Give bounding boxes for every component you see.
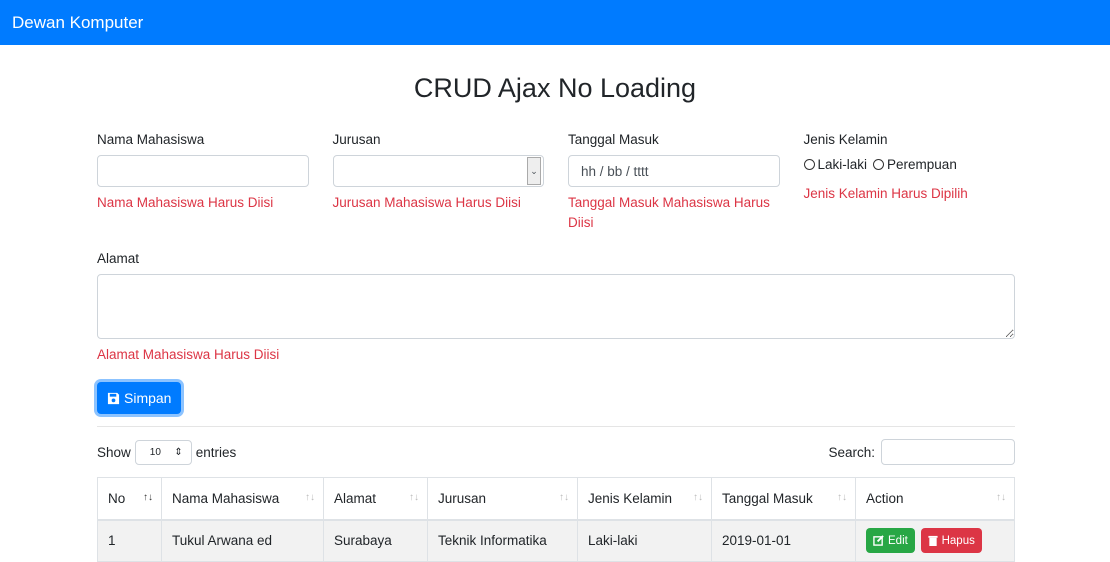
radio-perempuan[interactable] <box>873 159 885 170</box>
sort-icon: ↑↓ <box>837 492 847 503</box>
search-label: Search: <box>828 444 875 460</box>
radio-laki-label[interactable]: Laki-laki <box>818 157 868 172</box>
save-label: Simpan <box>124 390 172 406</box>
show-label: Show <box>97 444 131 460</box>
search-input[interactable] <box>881 439 1015 465</box>
cell-jk: Laki-laki <box>577 519 712 562</box>
cell-tanggal: 2019-01-01 <box>711 519 856 562</box>
edit-button[interactable]: Edit <box>866 528 915 554</box>
jk-label: Jenis Kelamin <box>803 132 888 147</box>
col-no[interactable]: No ↑↓ <box>97 477 162 521</box>
nama-error: Nama Mahasiswa Harus Diisi <box>97 195 274 210</box>
cell-jurusan: Teknik Informatika <box>427 519 578 562</box>
cell-nama: Tukul Arwana ed <box>161 519 324 562</box>
col-tanggal[interactable]: Tanggal Masuk ↑↓ <box>711 477 856 521</box>
entries-value: 10 <box>149 446 161 458</box>
col-jurusan[interactable]: Jurusan ↑↓ <box>427 477 578 521</box>
entries-select[interactable]: 10 ⇕ <box>134 439 192 465</box>
sort-icon: ↑↓ <box>305 492 315 503</box>
table-row: 1 Tukul Arwana ed Surabaya Teknik Inform… <box>97 519 1015 562</box>
save-icon <box>107 392 120 404</box>
edit-icon <box>873 535 884 547</box>
alamat-label: Alamat <box>97 251 140 266</box>
col-nama[interactable]: Nama Mahasiswa ↑↓ <box>161 477 324 521</box>
col-action[interactable]: Action ↑↓ <box>855 477 1015 521</box>
sort-icon: ↑↓ <box>996 492 1006 503</box>
jurusan-label: Jurusan <box>332 132 381 147</box>
alamat-textarea[interactable] <box>97 274 1015 339</box>
tanggal-input[interactable]: hh / bb / tttt <box>568 155 780 187</box>
trash-icon <box>928 536 938 547</box>
save-button[interactable]: Simpan <box>97 382 182 414</box>
page-title: CRUD Ajax No Loading <box>413 73 697 103</box>
radio-laki[interactable] <box>803 159 815 170</box>
jurusan-select[interactable]: ⌄ <box>332 155 544 187</box>
col-jk[interactable]: Jenis Kelamin ↑↓ <box>577 477 712 521</box>
tanggal-error: Tanggal Masuk Mahasiswa Harus Diisi <box>568 195 770 230</box>
divider <box>97 426 1015 427</box>
nama-input[interactable] <box>97 155 309 187</box>
navbar: Dewan Komputer <box>0 0 1110 45</box>
cell-alamat: Surabaya <box>323 519 428 562</box>
delete-button[interactable]: Hapus <box>920 528 982 554</box>
tanggal-placeholder: hh / bb / tttt <box>581 163 649 179</box>
sort-icon: ↑↓ <box>143 492 153 503</box>
sort-updown-icon: ⇕ <box>174 446 183 458</box>
radio-perempuan-label[interactable]: Perempuan <box>887 157 957 172</box>
col-alamat[interactable]: Alamat ↑↓ <box>323 477 428 521</box>
jk-error: Jenis Kelamin Harus Dipilih <box>803 186 968 201</box>
sort-icon: ↑↓ <box>693 492 703 503</box>
cell-action: Edit Hapus <box>855 519 1015 562</box>
sort-icon: ↑↓ <box>559 492 569 503</box>
chevron-down-icon: ⌄ <box>527 157 541 185</box>
sort-icon: ↑↓ <box>409 492 419 503</box>
navbar-brand[interactable]: Dewan Komputer <box>12 13 143 32</box>
entries-label: entries <box>195 444 237 460</box>
nama-label: Nama Mahasiswa <box>97 132 205 147</box>
cell-no: 1 <box>97 519 162 562</box>
alamat-error: Alamat Mahasiswa Harus Diisi <box>97 347 280 362</box>
tanggal-label: Tanggal Masuk <box>568 132 659 147</box>
data-table: No ↑↓ Nama Mahasiswa ↑↓ Alamat ↑↓ Jurusan ↑↓… <box>97 477 1015 562</box>
jurusan-error: Jurusan Mahasiswa Harus Diisi <box>332 195 521 210</box>
